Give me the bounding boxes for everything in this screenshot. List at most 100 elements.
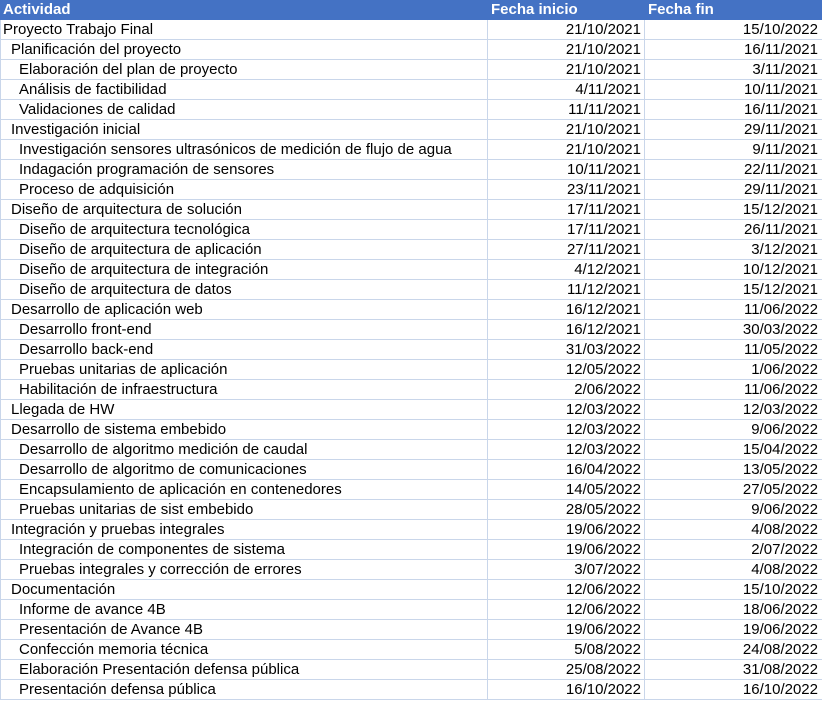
cell-start-date[interactable]: 19/06/2022	[488, 520, 645, 539]
cell-activity[interactable]: Validaciones de calidad	[0, 100, 488, 119]
cell-activity[interactable]: Integración y pruebas integrales	[0, 520, 488, 539]
cell-activity[interactable]: Diseño de arquitectura tecnológica	[0, 220, 488, 239]
cell-activity[interactable]: Investigación inicial	[0, 120, 488, 139]
cell-start-date[interactable]: 12/06/2022	[488, 580, 645, 599]
cell-start-date[interactable]: 16/10/2022	[488, 680, 645, 699]
cell-activity[interactable]: Proceso de adquisición	[0, 180, 488, 199]
cell-end-date[interactable]: 1/06/2022	[645, 360, 821, 379]
cell-start-date[interactable]: 12/03/2022	[488, 420, 645, 439]
cell-activity[interactable]: Habilitación de infraestructura	[0, 380, 488, 399]
cell-start-date[interactable]: 2/06/2022	[488, 380, 645, 399]
cell-start-date[interactable]: 12/06/2022	[488, 600, 645, 619]
cell-activity[interactable]: Desarrollo de algoritmo de comunicacione…	[0, 460, 488, 479]
cell-activity[interactable]: Desarrollo back-end	[0, 340, 488, 359]
cell-activity[interactable]: Análisis de factibilidad	[0, 80, 488, 99]
cell-activity[interactable]: Desarrollo de aplicación web	[0, 300, 488, 319]
cell-end-date[interactable]: 22/11/2021	[645, 160, 821, 179]
cell-start-date[interactable]: 12/03/2022	[488, 400, 645, 419]
cell-start-date[interactable]: 10/11/2021	[488, 160, 645, 179]
cell-end-date[interactable]: 19/06/2022	[645, 620, 821, 639]
cell-start-date[interactable]: 14/05/2022	[488, 480, 645, 499]
cell-start-date[interactable]: 27/11/2021	[488, 240, 645, 259]
cell-start-date[interactable]: 31/03/2022	[488, 340, 645, 359]
cell-end-date[interactable]: 16/11/2021	[645, 40, 821, 59]
cell-end-date[interactable]: 12/03/2022	[645, 400, 821, 419]
cell-end-date[interactable]: 27/05/2022	[645, 480, 821, 499]
cell-end-date[interactable]: 29/11/2021	[645, 120, 821, 139]
cell-start-date[interactable]: 3/07/2022	[488, 560, 645, 579]
cell-end-date[interactable]: 15/10/2022	[645, 20, 821, 39]
cell-start-date[interactable]: 28/05/2022	[488, 500, 645, 519]
cell-end-date[interactable]: 4/08/2022	[645, 520, 821, 539]
cell-start-date[interactable]: 12/05/2022	[488, 360, 645, 379]
cell-end-date[interactable]: 10/12/2021	[645, 260, 821, 279]
cell-activity[interactable]: Diseño de arquitectura de solución	[0, 200, 488, 219]
cell-end-date[interactable]: 13/05/2022	[645, 460, 821, 479]
column-header-activity[interactable]: Actividad	[0, 0, 488, 19]
cell-start-date[interactable]: 21/10/2021	[488, 20, 645, 39]
cell-end-date[interactable]: 9/06/2022	[645, 500, 821, 519]
cell-end-date[interactable]: 2/07/2022	[645, 540, 821, 559]
cell-activity[interactable]: Pruebas integrales y corrección de error…	[0, 560, 488, 579]
cell-end-date[interactable]: 9/06/2022	[645, 420, 821, 439]
cell-activity[interactable]: Elaboración del plan de proyecto	[0, 60, 488, 79]
cell-start-date[interactable]: 11/11/2021	[488, 100, 645, 119]
cell-start-date[interactable]: 16/12/2021	[488, 320, 645, 339]
cell-end-date[interactable]: 29/11/2021	[645, 180, 821, 199]
cell-start-date[interactable]: 16/04/2022	[488, 460, 645, 479]
cell-activity[interactable]: Diseño de arquitectura de integración	[0, 260, 488, 279]
cell-start-date[interactable]: 11/12/2021	[488, 280, 645, 299]
cell-activity[interactable]: Llegada de HW	[0, 400, 488, 419]
cell-activity[interactable]: Diseño de arquitectura de datos	[0, 280, 488, 299]
cell-start-date[interactable]: 5/08/2022	[488, 640, 645, 659]
cell-start-date[interactable]: 23/11/2021	[488, 180, 645, 199]
column-header-end-date[interactable]: Fecha fin	[645, 0, 821, 19]
cell-start-date[interactable]: 21/10/2021	[488, 140, 645, 159]
cell-activity[interactable]: Desarrollo front-end	[0, 320, 488, 339]
cell-activity[interactable]: Investigación sensores ultrasónicos de m…	[0, 140, 488, 159]
cell-start-date[interactable]: 21/10/2021	[488, 60, 645, 79]
cell-end-date[interactable]: 4/08/2022	[645, 560, 821, 579]
cell-activity[interactable]: Pruebas unitarias de sist embebido	[0, 500, 488, 519]
cell-activity[interactable]: Elaboración Presentación defensa pública	[0, 660, 488, 679]
cell-start-date[interactable]: 12/03/2022	[488, 440, 645, 459]
cell-end-date[interactable]: 3/11/2021	[645, 60, 821, 79]
cell-activity[interactable]: Confección memoria técnica	[0, 640, 488, 659]
cell-end-date[interactable]: 31/08/2022	[645, 660, 821, 679]
cell-end-date[interactable]: 15/04/2022	[645, 440, 821, 459]
cell-end-date[interactable]: 18/06/2022	[645, 600, 821, 619]
cell-start-date[interactable]: 25/08/2022	[488, 660, 645, 679]
cell-activity[interactable]: Presentación de Avance 4B	[0, 620, 488, 639]
cell-start-date[interactable]: 4/12/2021	[488, 260, 645, 279]
cell-start-date[interactable]: 19/06/2022	[488, 620, 645, 639]
cell-start-date[interactable]: 17/11/2021	[488, 220, 645, 239]
cell-end-date[interactable]: 11/06/2022	[645, 300, 821, 319]
cell-end-date[interactable]: 9/11/2021	[645, 140, 821, 159]
cell-activity[interactable]: Encapsulamiento de aplicación en contene…	[0, 480, 488, 499]
cell-end-date[interactable]: 15/12/2021	[645, 200, 821, 219]
cell-activity[interactable]: Indagación programación de sensores	[0, 160, 488, 179]
cell-end-date[interactable]: 30/03/2022	[645, 320, 821, 339]
cell-end-date[interactable]: 11/06/2022	[645, 380, 821, 399]
cell-activity[interactable]: Pruebas unitarias de aplicación	[0, 360, 488, 379]
cell-end-date[interactable]: 15/12/2021	[645, 280, 821, 299]
cell-activity[interactable]: Desarrollo de sistema embebido	[0, 420, 488, 439]
cell-start-date[interactable]: 21/10/2021	[488, 40, 645, 59]
cell-activity[interactable]: Documentación	[0, 580, 488, 599]
cell-start-date[interactable]: 4/11/2021	[488, 80, 645, 99]
cell-end-date[interactable]: 10/11/2021	[645, 80, 821, 99]
cell-end-date[interactable]: 24/08/2022	[645, 640, 821, 659]
cell-start-date[interactable]: 17/11/2021	[488, 200, 645, 219]
column-header-start-date[interactable]: Fecha inicio	[488, 0, 645, 19]
cell-start-date[interactable]: 19/06/2022	[488, 540, 645, 559]
cell-end-date[interactable]: 26/11/2021	[645, 220, 821, 239]
cell-activity[interactable]: Proyecto Trabajo Final	[0, 20, 488, 39]
cell-activity[interactable]: Desarrollo de algoritmo medición de caud…	[0, 440, 488, 459]
cell-activity[interactable]: Informe de avance 4B	[0, 600, 488, 619]
cell-start-date[interactable]: 16/12/2021	[488, 300, 645, 319]
cell-activity[interactable]: Planificación del proyecto	[0, 40, 488, 59]
cell-start-date[interactable]: 21/10/2021	[488, 120, 645, 139]
cell-activity[interactable]: Diseño de arquitectura de aplicación	[0, 240, 488, 259]
cell-end-date[interactable]: 3/12/2021	[645, 240, 821, 259]
cell-activity[interactable]: Presentación defensa pública	[0, 680, 488, 699]
